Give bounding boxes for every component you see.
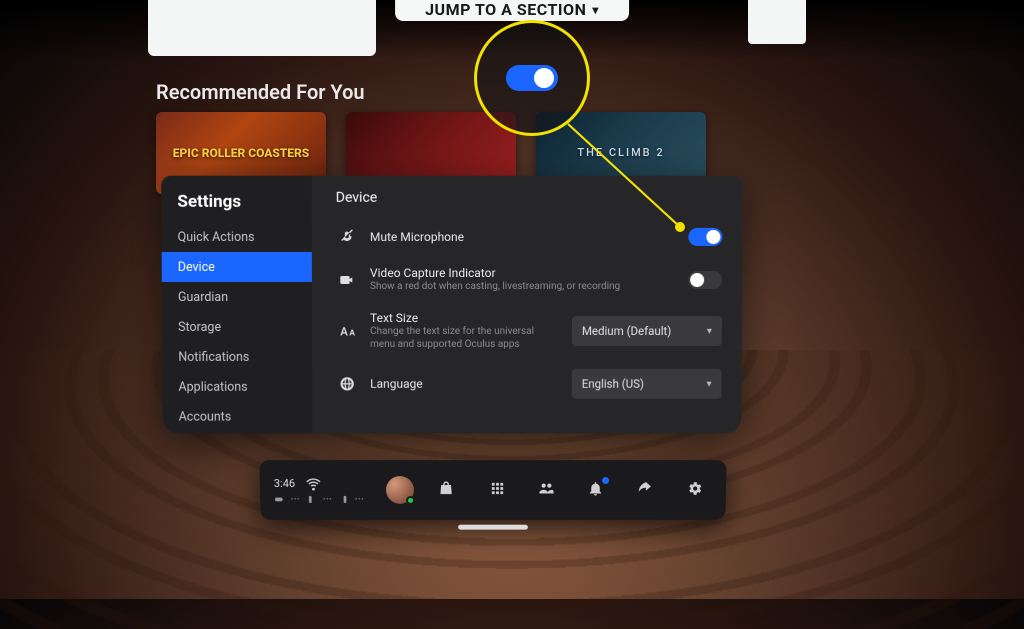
- dropdown-value: English (US): [582, 377, 644, 391]
- battery-controller-l-icon: •••: [306, 494, 332, 505]
- dock-notifications-button[interactable]: [587, 480, 604, 501]
- online-status-dot: [406, 496, 415, 505]
- row-video-capture-indicator: Video Capture Indicator Show a red dot w…: [336, 260, 722, 299]
- sidebar-item-label: Applications: [178, 379, 247, 394]
- battery-headset-icon: •••: [274, 494, 300, 505]
- dock-share-button[interactable]: [636, 480, 653, 501]
- dock-icons: [432, 480, 710, 501]
- dropdown-value: Medium (Default): [582, 324, 671, 338]
- dock-settings-button[interactable]: [686, 480, 703, 501]
- clock-time: 3:46: [274, 477, 295, 490]
- dock-apps-button[interactable]: [489, 480, 506, 501]
- row-label: Language: [370, 377, 560, 391]
- globe-icon: [336, 376, 358, 392]
- sidebar-item-label: Storage: [178, 319, 221, 334]
- sidebar-item-notifications[interactable]: Notifications: [162, 342, 312, 372]
- vci-toggle[interactable]: [688, 270, 722, 288]
- toggle-knob: [706, 230, 720, 244]
- row-label: Video Capture Indicator: [370, 266, 676, 280]
- row-mute-microphone: Mute Microphone: [336, 220, 723, 254]
- sidebar-item-quick-actions[interactable]: Quick Actions: [161, 222, 311, 252]
- row-sublabel: Change the text size for the universal m…: [370, 325, 560, 351]
- language-dropdown[interactable]: English (US) ▾: [572, 369, 722, 399]
- dock-people-button[interactable]: [538, 480, 555, 501]
- dock-status: 3:46 ••• ••• •••: [274, 475, 365, 505]
- dock-grab-handle[interactable]: [458, 525, 528, 530]
- chevron-down-icon: ▾: [706, 378, 711, 389]
- annotation-toggle-enlarged: [506, 65, 558, 91]
- mic-off-icon: [336, 229, 358, 245]
- row-language: Language English (US) ▾: [336, 363, 722, 405]
- text-size-dropdown[interactable]: Medium (Default) ▾: [572, 316, 722, 346]
- notification-badge: [602, 477, 609, 484]
- chevron-down-icon: ▾: [592, 3, 599, 17]
- sidebar-item-label: Device: [178, 259, 215, 274]
- mute-toggle[interactable]: [688, 228, 722, 246]
- settings-window: Settings Quick Actions Device Guardian S…: [161, 176, 743, 434]
- chevron-down-icon: ▾: [707, 325, 712, 336]
- sidebar-item-applications[interactable]: Applications: [162, 372, 312, 402]
- settings-panel: Device Mute Microphone Video Capture Ind…: [312, 176, 743, 434]
- profile-avatar[interactable]: [386, 476, 414, 504]
- store-card-title: THE CLIMB 2: [577, 147, 664, 159]
- sidebar-item-accounts[interactable]: Accounts: [163, 402, 313, 432]
- top-panel-left: [148, 0, 376, 56]
- row-label: Text Size: [370, 311, 560, 325]
- panel-title: Device: [336, 190, 723, 206]
- video-icon: [336, 271, 358, 287]
- sidebar-item-device[interactable]: Device: [162, 252, 312, 282]
- text-size-icon: [336, 322, 358, 340]
- page-top-banner[interactable]: JUMP TO A SECTION ▾: [395, 0, 629, 21]
- row-sublabel: Show a red dot when casting, livestreami…: [370, 280, 676, 293]
- sidebar-item-label: Notifications: [178, 349, 249, 364]
- sidebar-item-label: Quick Actions: [178, 229, 255, 244]
- top-panel-right: [748, 0, 806, 44]
- recommended-title: Recommended For You: [156, 80, 365, 104]
- universal-menu-dock: 3:46 ••• ••• •••: [259, 460, 726, 520]
- sidebar-item-label: Accounts: [179, 409, 232, 424]
- row-label: Mute Microphone: [370, 230, 677, 244]
- row-text-size: Text Size Change the text size for the u…: [336, 305, 722, 357]
- toggle-knob: [534, 68, 554, 88]
- dock-store-button[interactable]: [439, 480, 456, 501]
- sidebar-item-label: Guardian: [178, 290, 228, 305]
- settings-title: Settings: [161, 192, 311, 222]
- banner-text: JUMP TO A SECTION: [425, 0, 586, 19]
- sidebar-item-guardian[interactable]: Guardian: [162, 282, 312, 312]
- battery-controller-r-icon: •••: [338, 494, 364, 505]
- store-card-title: EPIC ROLLER COASTERS: [173, 147, 309, 160]
- settings-sidebar: Settings Quick Actions Device Guardian S…: [161, 176, 312, 434]
- toggle-knob: [690, 272, 704, 286]
- sidebar-item-storage[interactable]: Storage: [162, 312, 312, 342]
- wifi-icon: [305, 475, 322, 492]
